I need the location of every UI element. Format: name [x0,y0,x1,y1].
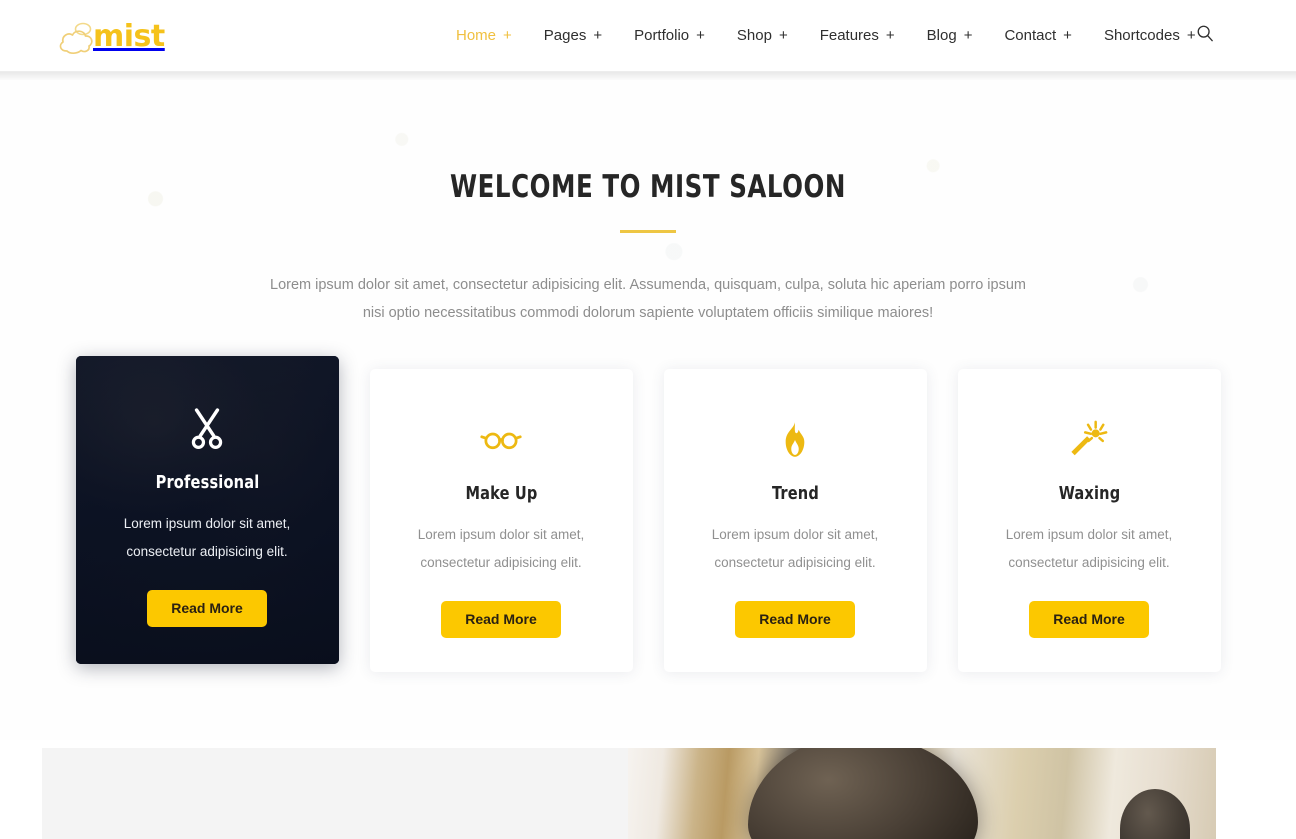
card-description: Lorem ipsum dolor sit amet, consectetur … [123,516,291,560]
nav-item-pages[interactable]: Pages + [528,28,618,43]
nav-label: Shortcodes [1103,27,1180,44]
read-more-button[interactable]: Read More [735,601,855,639]
glasses-icon [392,417,611,463]
nav-label: Blog [926,27,957,44]
card-description: Lorem ipsum dolor sit amet, consectetur … [1005,527,1173,571]
page-title: WELCOME TO MIST SALOON [450,169,846,205]
nav-label: Shop [736,27,772,44]
welcome-paragraph: Lorem ipsum dolor sit amet, consectetur … [270,277,1026,322]
nav-item-features[interactable]: Features + [804,28,911,43]
card-description: Lorem ipsum dolor sit amet, consectetur … [417,527,585,571]
card-description: Lorem ipsum dolor sit amet, consectetur … [711,527,879,571]
service-card-waxing[interactable]: Waxing Lorem ipsum dolor sit amet, conse… [957,369,1221,673]
cloud-icon [57,21,97,55]
nav-label: Home [456,27,497,44]
plus-icon: + [1063,27,1072,44]
plus-icon: + [885,27,895,44]
logo-wordmark: mist [93,19,165,54]
plus-icon: + [696,27,705,44]
search-button[interactable] [1192,22,1218,48]
search-icon [1196,24,1214,47]
scissors-icon [98,406,317,452]
service-card-professional[interactable]: Professional Lorem ipsum dolor sit amet,… [75,356,339,665]
card-title: Make Up [464,483,538,505]
read-more-button[interactable]: Read More [1029,601,1149,639]
plus-icon: + [593,27,603,44]
services-card-grid: Professional Lorem ipsum dolor sit amet,… [75,356,1221,673]
plus-icon: + [778,27,788,44]
card-title: Trend [771,483,819,505]
nav-item-home[interactable]: Home + [440,28,528,43]
nav-label: Portfolio [634,27,690,44]
flame-icon [686,417,905,463]
card-title: Professional [155,472,259,494]
site-logo[interactable]: mist [57,18,165,56]
salon-haircut-photo [628,748,1216,839]
main-navigation: Home + Pages + Portfolio + Shop + Featur… [440,0,1212,71]
read-more-button[interactable]: Read More [147,590,267,628]
page-root: mist Home + Pages + Portfolio + Shop + F… [0,0,1296,839]
bottom-banner [42,748,1216,839]
nav-item-shop[interactable]: Shop + [721,28,804,43]
service-card-makeup[interactable]: Make Up Lorem ipsum dolor sit amet, cons… [369,369,633,673]
welcome-section: WELCOME TO MIST SALOON Lorem ipsum dolor… [0,80,1296,327]
nav-item-portfolio[interactable]: Portfolio + [618,28,721,43]
nav-label: Contact [1004,27,1057,44]
title-underline [620,230,676,234]
magic-wand-icon [980,417,1199,463]
nav-label: Features [819,27,879,44]
nav-item-blog[interactable]: Blog + [911,28,989,43]
banner-left-panel [42,748,628,839]
read-more-button[interactable]: Read More [441,601,561,639]
plus-icon: + [963,27,973,44]
header-divider [0,71,1296,80]
site-header: mist Home + Pages + Portfolio + Shop + F… [0,0,1296,71]
plus-icon: + [503,27,512,44]
card-title: Waxing [1058,483,1120,505]
service-card-trend[interactable]: Trend Lorem ipsum dolor sit amet, consec… [663,369,927,673]
nav-label: Pages [543,27,587,44]
nav-item-contact[interactable]: Contact + [988,28,1087,43]
